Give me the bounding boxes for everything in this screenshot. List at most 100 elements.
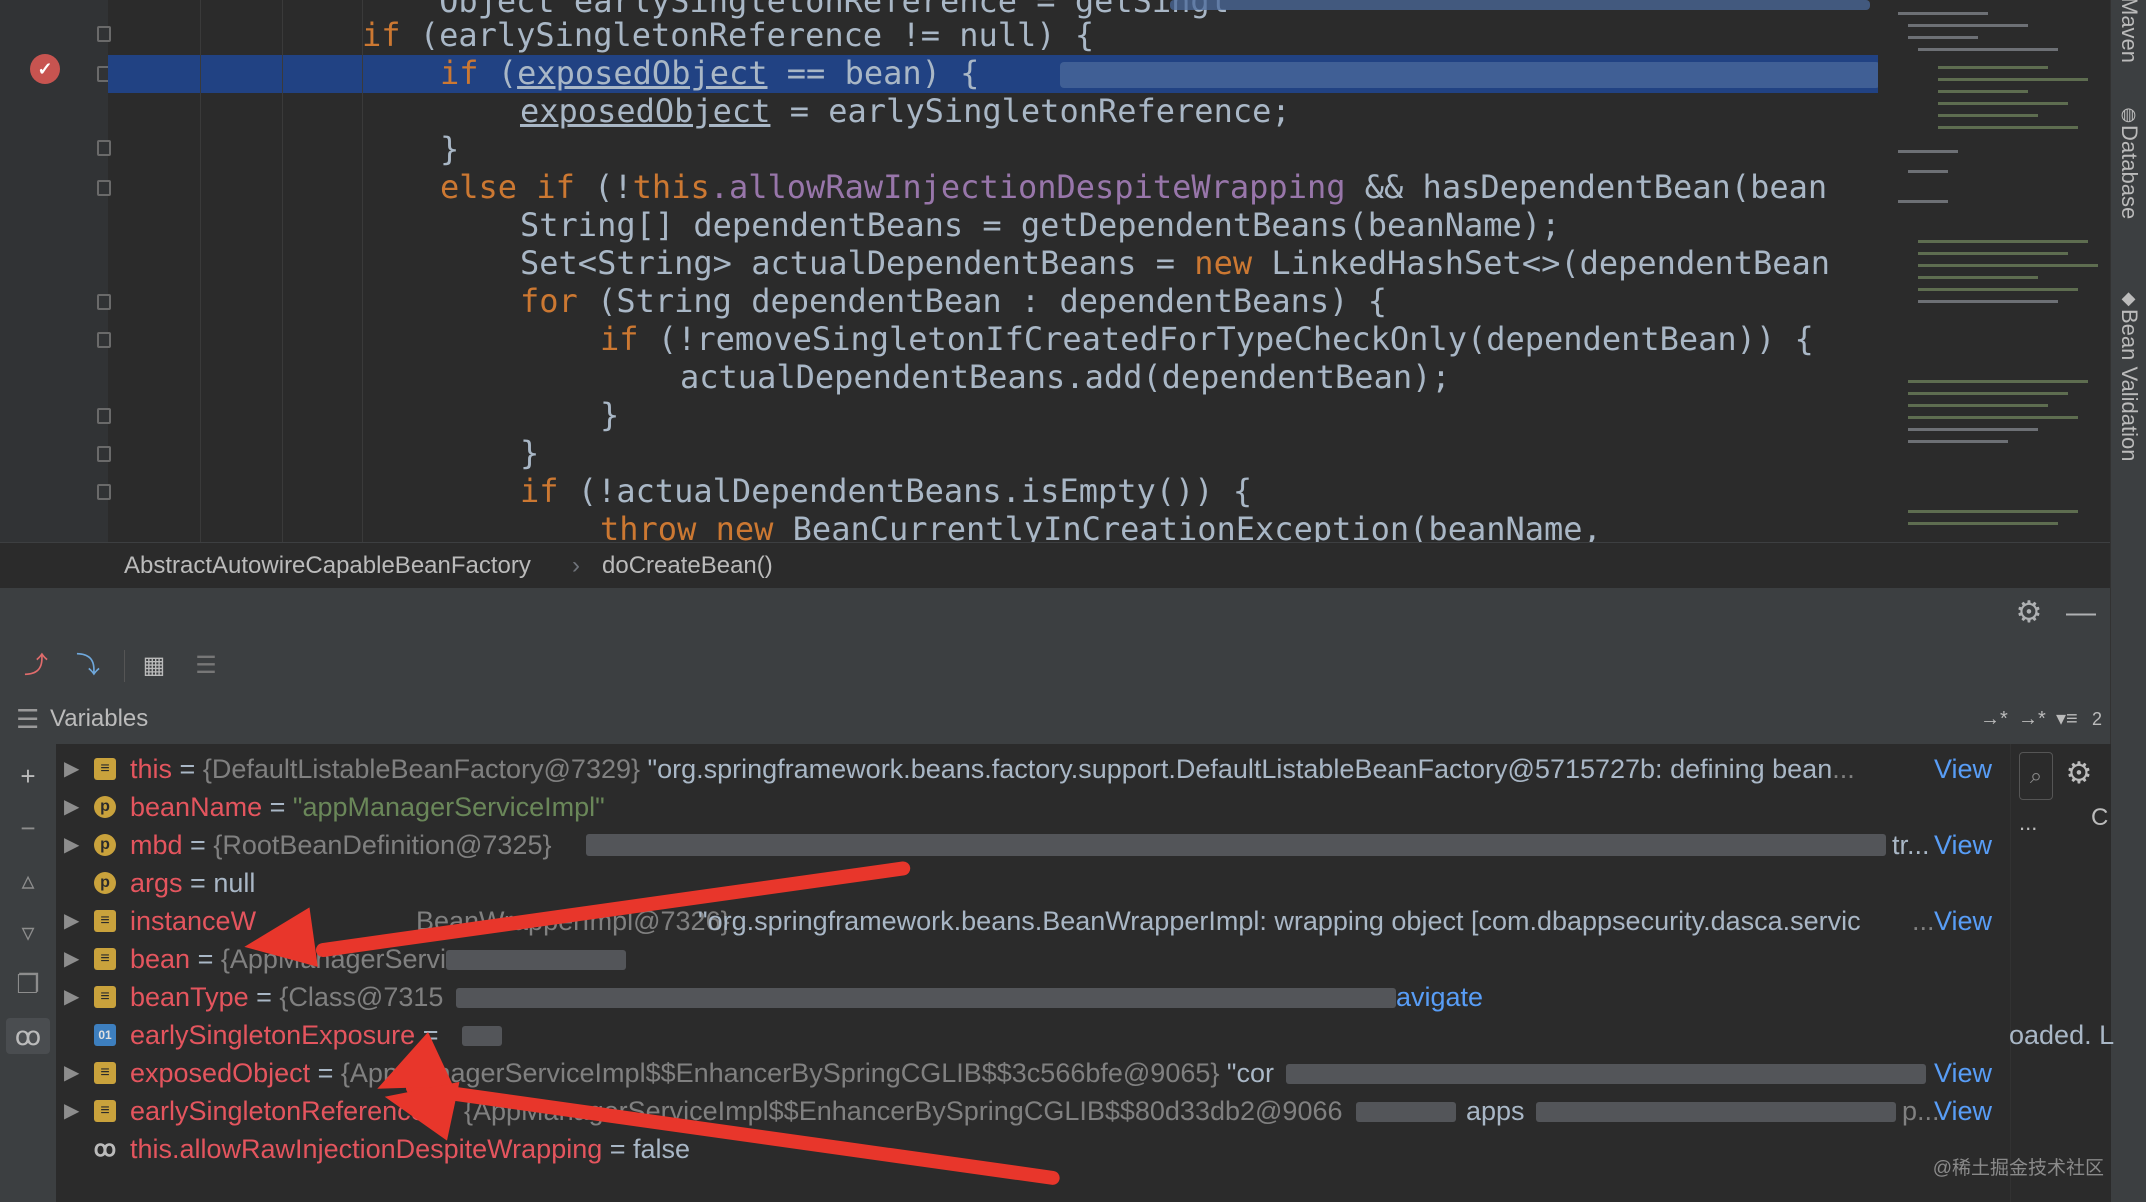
breakpoint-icon[interactable]: ✓ <box>30 54 60 84</box>
layout-icon[interactable]: ▾≡ <box>2056 694 2078 744</box>
variable-name: args <box>130 868 183 898</box>
run-to-cursor-icon[interactable]: ⤵ <box>70 648 106 684</box>
minus-icon[interactable]: − <box>10 810 46 846</box>
variable-row[interactable]: ▶ ≡ earlySingletonReference {AppManagerS… <box>56 1092 2010 1130</box>
blurred-value <box>586 834 1886 856</box>
code-line: } <box>440 130 460 168</box>
view-link[interactable]: View <box>1934 1054 1992 1092</box>
variable-row[interactable]: ▶ p mbd = {RootBeanDefinition@7325} tr..… <box>56 826 2010 864</box>
maven-tab-label: Maven <box>2117 0 2142 64</box>
breadcrumb-method[interactable]: doCreateBean() <box>602 543 773 589</box>
fold-marker[interactable] <box>97 446 111 462</box>
expand-arrow-icon[interactable]: ▶ <box>64 978 79 1016</box>
toolbar-divider <box>124 650 125 682</box>
view-link[interactable]: View <box>1934 902 1992 940</box>
expand-arrow-icon[interactable]: ▶ <box>64 788 79 826</box>
copy-icon[interactable]: ❐ <box>10 966 46 1002</box>
variable-name: mbd <box>130 830 183 860</box>
database-icon: ◍ <box>2119 104 2139 126</box>
code-editor[interactable]: ✓ Object earlySingletonReference = getSi… <box>0 0 2110 542</box>
up-icon[interactable]: ▵ <box>10 862 46 898</box>
variable-value: false <box>633 1134 691 1164</box>
view-link[interactable]: View <box>1934 750 1992 788</box>
variable-string: "org.springframework.beans.factory.suppo… <box>640 754 1833 784</box>
layout-counter: 2 <box>2092 709 2103 729</box>
code-line: throw new BeanCurrentlyInCreationExcepti… <box>600 510 1602 542</box>
debug-tool-window-header: ⚙ — <box>0 588 2110 639</box>
code-line: else if (!this.allowRawInjectionDespiteW… <box>440 168 1828 206</box>
fold-marker[interactable] <box>97 484 111 500</box>
maven-tab[interactable]: Maven <box>2111 0 2146 64</box>
variable-row[interactable]: ꝏ this.allowRawInjectionDespiteWrapping … <box>56 1130 2010 1168</box>
pin-left-icon[interactable]: →* <box>2018 694 2046 744</box>
variable-name: beanType <box>130 982 249 1012</box>
evaluate-table-icon[interactable]: ▦ <box>136 648 172 684</box>
fold-marker[interactable] <box>97 26 111 42</box>
variable-row[interactable]: 01 earlySingletonExposure = <box>56 1016 2010 1054</box>
pin-right-icon[interactable]: →* <box>1980 694 2008 744</box>
variable-value: {Class@7315 <box>279 982 444 1012</box>
gear-icon[interactable]: ⚙ <box>2061 756 2097 792</box>
variable-row[interactable]: ▶ ≡ exposedObject = {AppManagerServiceIm… <box>56 1054 2010 1092</box>
code-minimap[interactable] <box>1878 0 2110 542</box>
blurred-value <box>462 1026 502 1046</box>
blurred-value <box>1286 1064 1926 1084</box>
fold-marker[interactable] <box>97 332 111 348</box>
glasses-icon[interactable]: ꝏ <box>6 1018 50 1054</box>
search-icon[interactable]: ⌕ <box>2019 752 2053 800</box>
expand-arrow-icon[interactable]: ▶ <box>64 940 79 978</box>
fold-marker[interactable] <box>97 408 111 424</box>
variable-row[interactable]: p args = null <box>56 864 2010 902</box>
debug-toolbar: ⤴ ⤵ ▦ ☰ <box>0 638 2110 695</box>
database-tab[interactable]: ◍ Database <box>2111 92 2146 232</box>
minimize-icon[interactable]: — <box>2064 596 2098 630</box>
variables-tree[interactable]: ▶ ≡ this = {DefaultListableBeanFactory@7… <box>56 744 2010 1202</box>
step-out-icon[interactable]: ⤴ <box>18 648 54 684</box>
view-link[interactable]: View <box>1934 1092 1992 1130</box>
variable-name: exposedObject <box>130 1058 311 1088</box>
breadcrumb-separator: › <box>572 552 580 579</box>
expand-arrow-icon[interactable]: ▶ <box>64 1054 79 1092</box>
code-line: if (!actualDependentBeans.isEmpty()) { <box>520 472 1253 510</box>
fold-marker[interactable] <box>97 180 111 196</box>
expand-arrow-icon[interactable]: ▶ <box>64 902 79 940</box>
trace-icon[interactable]: ☰ <box>188 648 224 684</box>
boolean-local-icon: 01 <box>94 1024 116 1046</box>
breadcrumb-class[interactable]: AbstractAutowireCapableBeanFactory <box>124 543 531 589</box>
field-icon: ≡ <box>94 758 116 780</box>
bean-validation-tab[interactable]: ◆ Bean Validation <box>2111 270 2146 480</box>
expand-arrow-icon[interactable]: ▶ <box>64 750 79 788</box>
parameter-icon: p <box>94 796 116 818</box>
navigate-link[interactable]: avigate <box>1396 978 1483 1016</box>
inline-value-hint <box>1170 0 1870 10</box>
more-button[interactable]: ... <box>2019 810 2037 836</box>
fold-marker[interactable] <box>97 140 111 156</box>
code-line: if (!removeSingletonIfCreatedForTypeChec… <box>600 320 1814 358</box>
variable-row[interactable]: ▶ p beanName = "appManagerServiceImpl" <box>56 788 2010 826</box>
down-icon[interactable]: ▿ <box>10 914 46 950</box>
fold-marker[interactable] <box>97 294 111 310</box>
side-c-label: C <box>2091 804 2109 831</box>
variable-value: {AppManagerServiceImpl$$EnhancerBySpring… <box>340 1058 1220 1088</box>
plus-icon[interactable]: + <box>10 758 46 794</box>
glasses-icon: ꝏ <box>93 1136 117 1161</box>
view-link[interactable]: View <box>1934 826 1992 864</box>
expand-arrow-icon[interactable]: ▶ <box>64 826 79 864</box>
variable-row[interactable]: ▶ ≡ beanType = {Class@7315 avigate <box>56 978 2010 1016</box>
variable-row[interactable]: ▶ ≡ this = {DefaultListableBeanFactory@7… <box>56 750 2010 788</box>
breadcrumb: AbstractAutowireCapableBeanFactory › doC… <box>0 542 2110 589</box>
code-line: exposedObject = earlySingletonReference; <box>520 92 1291 130</box>
parameter-icon: p <box>94 872 116 894</box>
blurred-value <box>446 950 626 970</box>
expand-arrow-icon[interactable]: ▶ <box>64 1092 79 1130</box>
inline-value-hint <box>1060 62 1880 88</box>
gear-icon[interactable]: ⚙ <box>2012 596 2046 630</box>
variables-icon: ☰ <box>16 704 40 734</box>
field-icon: ≡ <box>94 1062 116 1084</box>
bean-validation-icon: ◆ <box>2119 288 2139 310</box>
code-line: if (earlySingletonReference != null) { <box>362 16 1095 54</box>
variable-row[interactable]: ▶ ≡ instanceW BeanWrapperImpl@7326} "org… <box>56 902 2010 940</box>
indent-guide <box>282 0 283 542</box>
editor-gutter[interactable] <box>0 0 111 542</box>
blurred-value <box>1356 1102 1456 1122</box>
